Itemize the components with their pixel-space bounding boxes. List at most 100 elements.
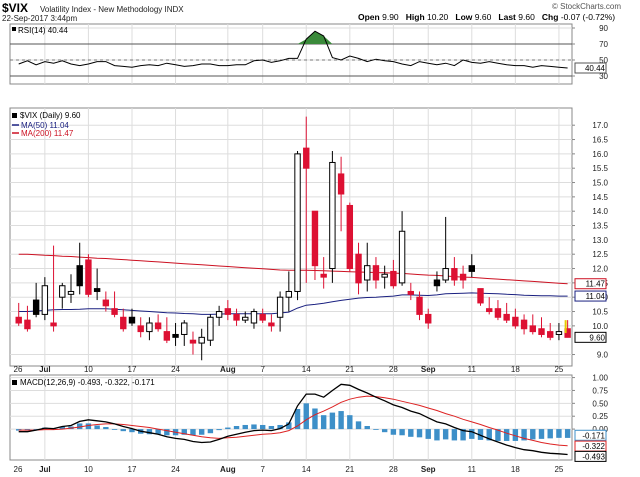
macd-line — [18, 383, 568, 456]
candle-body — [355, 253, 362, 284]
macd-histogram-bar — [451, 429, 458, 441]
candle-body — [398, 230, 406, 284]
macd-tick-label: 0.25 — [592, 412, 608, 421]
x-axis-label: 11 — [468, 465, 477, 474]
x-axis-label: Jul — [39, 365, 51, 374]
x-axis-label: 18 — [511, 465, 520, 474]
candle-body — [547, 331, 554, 338]
macd-histogram-bar — [390, 429, 397, 435]
macd-histogram-bar — [120, 429, 126, 432]
candle-body — [477, 288, 484, 304]
candle-body — [390, 270, 397, 287]
candle-body — [451, 268, 458, 281]
macd-histogram-bar — [94, 425, 100, 430]
candle-body — [276, 296, 284, 318]
candle-body — [85, 259, 92, 295]
candle-body — [303, 147, 310, 169]
candle-body — [224, 308, 232, 315]
macd-histogram-bar — [233, 426, 240, 430]
macd-histogram-bar — [503, 429, 510, 441]
price-tick-label: 17.0 — [592, 121, 608, 130]
signal-last-value-tag: -0.322 — [582, 442, 605, 451]
candle-body — [285, 290, 293, 298]
candle-body — [50, 322, 57, 327]
candle-body — [294, 153, 301, 292]
macd-histogram-bar — [355, 421, 362, 430]
candle-body — [372, 265, 380, 281]
macd-legend-swatch — [12, 380, 17, 385]
stock-chart: 30507090RSI(14) 40.4440.44 9.0 10.0 10.5 11… — [9, 23, 609, 474]
candle-body — [425, 313, 432, 324]
macd-last-value-tag: -0.493 — [582, 452, 605, 461]
macd-histogram-bar — [251, 424, 257, 430]
x-axis-label: 26 — [14, 365, 23, 374]
x-axis-label: Aug — [220, 365, 236, 374]
macd-histogram-bar — [303, 403, 309, 430]
histogram-last-value-tag: -0.171 — [582, 431, 605, 440]
x-axis-label: 14 — [302, 465, 311, 474]
rsi-frame — [9, 23, 573, 85]
x-axis-label: 10 — [84, 365, 93, 374]
macd-histogram-bar — [364, 426, 370, 430]
x-axis-label: 17 — [128, 365, 137, 374]
price-tick-label: 15.5 — [592, 164, 608, 173]
macd-histogram-bar — [329, 412, 336, 430]
macd-histogram-bar — [312, 408, 318, 430]
price-tick-label: 10.0 — [592, 322, 608, 331]
x-axis-label: 24 — [171, 465, 180, 474]
price-tick-label: 13.0 — [592, 236, 608, 245]
candle-body — [346, 204, 354, 270]
candle-body — [172, 333, 179, 338]
x-axis-label: 10 — [84, 465, 93, 474]
price-tick-label: 16.5 — [592, 136, 608, 145]
candle-body — [198, 336, 205, 344]
candle-body — [512, 316, 519, 327]
candle-body — [311, 210, 319, 267]
macd-histogram-bar — [434, 429, 440, 441]
price-tick-label: 12.0 — [592, 265, 608, 274]
candle-body — [381, 273, 388, 278]
candle-body — [242, 316, 249, 321]
candle-body — [520, 319, 528, 330]
macd-histogram-bar — [320, 415, 327, 430]
macd-histogram-bar — [347, 415, 353, 430]
macd-histogram-bar — [373, 429, 379, 430]
x-axis-label: 18 — [511, 365, 520, 374]
macd-panel: 0.000.250.500.751.00MACD(12,26,9) -0.493… — [9, 374, 609, 462]
rsi-tick-label: 90 — [599, 24, 608, 33]
candle-body — [503, 313, 510, 321]
candle-body — [538, 328, 545, 335]
candle-body — [181, 322, 188, 335]
candle-body — [250, 311, 258, 324]
price-tick-label: 14.0 — [592, 207, 608, 216]
price-tick-label: 9.0 — [597, 351, 609, 360]
price-panel: 9.010.010.511.011.512.012.513.013.514.01… — [9, 107, 609, 367]
macd-histogram-bar — [111, 429, 118, 430]
macd-histogram-bar — [425, 429, 431, 439]
candle-body — [233, 313, 240, 321]
macd-histogram-bar — [556, 429, 562, 438]
macd-legend: MACD(12,26,9) -0.493, -0.322, -0.171 — [20, 378, 155, 387]
x-axis-label: 25 — [554, 465, 563, 474]
price-tick-label: 13.5 — [592, 222, 608, 231]
macd-histogram-bar — [469, 429, 475, 439]
macd-tick-label: 0.50 — [592, 399, 608, 408]
candle-body — [154, 322, 162, 330]
candle-body — [15, 316, 22, 324]
candle-body — [102, 299, 110, 307]
rsi-line — [18, 30, 568, 69]
candle-body — [207, 316, 214, 341]
candle-body — [163, 331, 171, 341]
price-legend-symbol: $VIX (Daily) 9.60 — [20, 111, 81, 120]
price-tick-label: 10.5 — [592, 308, 608, 317]
rsi-panel: 30507090RSI(14) 40.4440.44 — [9, 23, 609, 85]
x-axis-label: Jul — [39, 465, 51, 474]
macd-histogram-bar — [103, 427, 109, 430]
price-frame — [9, 107, 573, 367]
candle-body — [32, 299, 40, 315]
candle-body — [459, 273, 467, 281]
x-axis-label: Sep — [421, 465, 436, 474]
x-axis-label: Sep — [421, 365, 436, 374]
ma200-last-value-tag: 11.47 — [586, 280, 606, 289]
x-axis-label: 28 — [389, 465, 398, 474]
